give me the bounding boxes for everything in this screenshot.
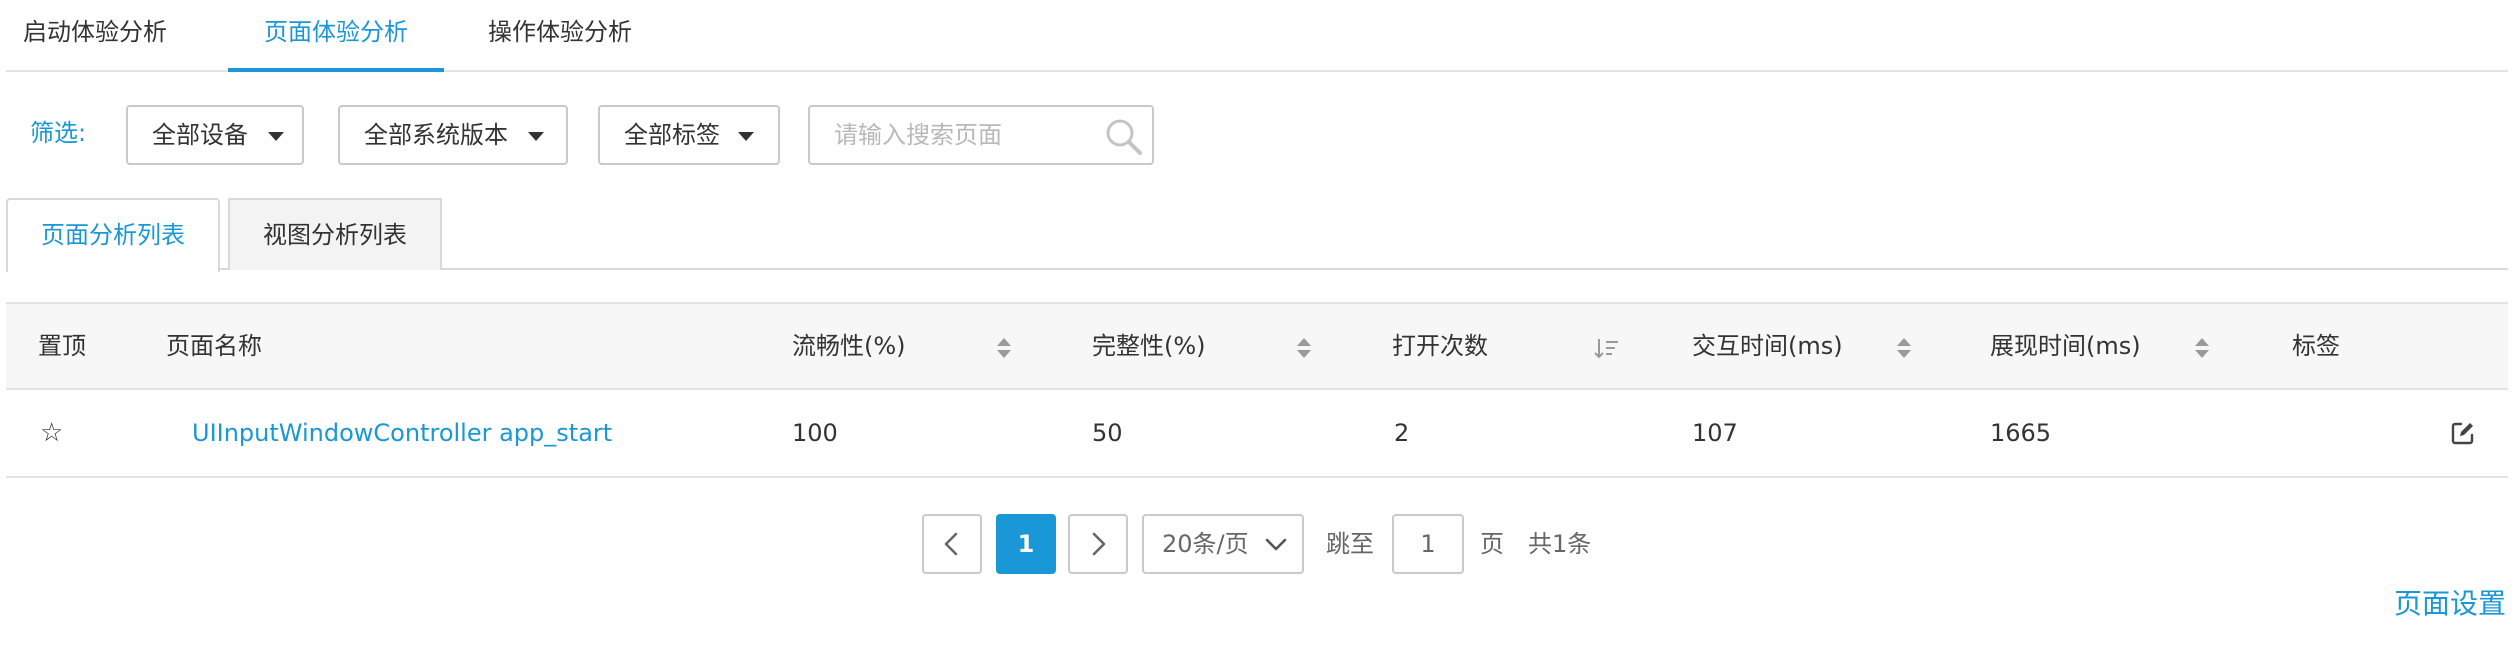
caret-down-icon	[738, 132, 754, 141]
search-input[interactable]	[834, 115, 1084, 155]
page-1-button[interactable]: 1	[996, 514, 1056, 574]
page-size-label: 20条/页	[1162, 530, 1249, 558]
header-tag: 标签	[2292, 332, 2340, 360]
table-header: 置顶 页面名称 流畅性(%) 完整性(%) 打开次数 交互时间(ms) 展现时间…	[6, 302, 2508, 390]
sort-icon[interactable]	[996, 336, 1012, 360]
pin-star-icon[interactable]: ☆	[40, 390, 63, 476]
sort-descending-icon[interactable]	[1594, 336, 1620, 360]
caret-down-icon	[268, 132, 284, 141]
tab-view-list[interactable]: 视图分析列表	[228, 198, 442, 270]
device-dropdown[interactable]: 全部设备	[126, 105, 304, 165]
header-completeness[interactable]: 完整性(%)	[1092, 304, 1206, 390]
top-tab-bar: 启动体验分析 页面体验分析 操作体验分析	[6, 0, 2508, 72]
tab-page-analysis[interactable]: 页面体验分析	[228, 0, 444, 72]
tab-page-list[interactable]: 页面分析列表	[6, 198, 220, 272]
header-page-name: 页面名称	[166, 332, 262, 360]
sort-icon[interactable]	[2194, 336, 2210, 360]
edit-icon[interactable]	[2450, 420, 2476, 446]
sort-icon[interactable]	[1296, 336, 1312, 360]
chevron-right-icon	[1092, 532, 1106, 556]
page-size-select[interactable]: 20条/页	[1142, 514, 1304, 574]
header-smoothness[interactable]: 流畅性(%)	[792, 304, 906, 390]
header-interaction-time[interactable]: 交互时间(ms)	[1692, 304, 1843, 390]
open-count-value: 2	[1394, 419, 1410, 447]
table-row: ☆ UIInputWindowController app_start 100 …	[6, 390, 2508, 478]
header-open-count[interactable]: 打开次数	[1392, 304, 1488, 390]
os-version-dropdown-label: 全部系统版本	[364, 121, 508, 149]
page-unit-label: 页	[1480, 530, 1504, 558]
tab-launch-analysis[interactable]: 启动体验分析	[20, 0, 170, 70]
next-page-button[interactable]	[1068, 514, 1128, 574]
tags-dropdown-label: 全部标签	[624, 121, 720, 149]
header-pin: 置顶	[38, 332, 86, 360]
jump-label: 跳至	[1326, 530, 1374, 558]
caret-down-icon	[528, 132, 544, 141]
sub-tab-bar: 页面分析列表 视图分析列表	[6, 198, 2508, 272]
completeness-value: 50	[1092, 419, 1123, 447]
jump-page-input[interactable]: 1	[1392, 514, 1464, 574]
chevron-left-icon	[944, 532, 958, 556]
device-dropdown-label: 全部设备	[152, 121, 248, 149]
total-count: 共1条	[1528, 530, 1592, 558]
prev-page-button[interactable]	[922, 514, 982, 574]
header-display-time[interactable]: 展现时间(ms)	[1990, 304, 2141, 390]
page-name-link[interactable]: UIInputWindowController app_start	[192, 390, 612, 476]
os-version-dropdown[interactable]: 全部系统版本	[338, 105, 568, 165]
tags-dropdown[interactable]: 全部标签	[598, 105, 780, 165]
interaction-time-value: 107	[1692, 419, 1738, 447]
page-settings-link[interactable]: 页面设置	[2394, 584, 2506, 624]
display-time-value: 1665	[1990, 419, 2052, 447]
sort-icon[interactable]	[1896, 336, 1912, 360]
tab-operation-analysis[interactable]: 操作体验分析	[480, 0, 640, 70]
chevron-down-icon	[1265, 538, 1287, 551]
smoothness-value: 100	[792, 419, 838, 447]
filter-label: 筛选:	[30, 119, 87, 147]
search-box	[808, 105, 1154, 165]
search-icon[interactable]	[1104, 117, 1144, 157]
